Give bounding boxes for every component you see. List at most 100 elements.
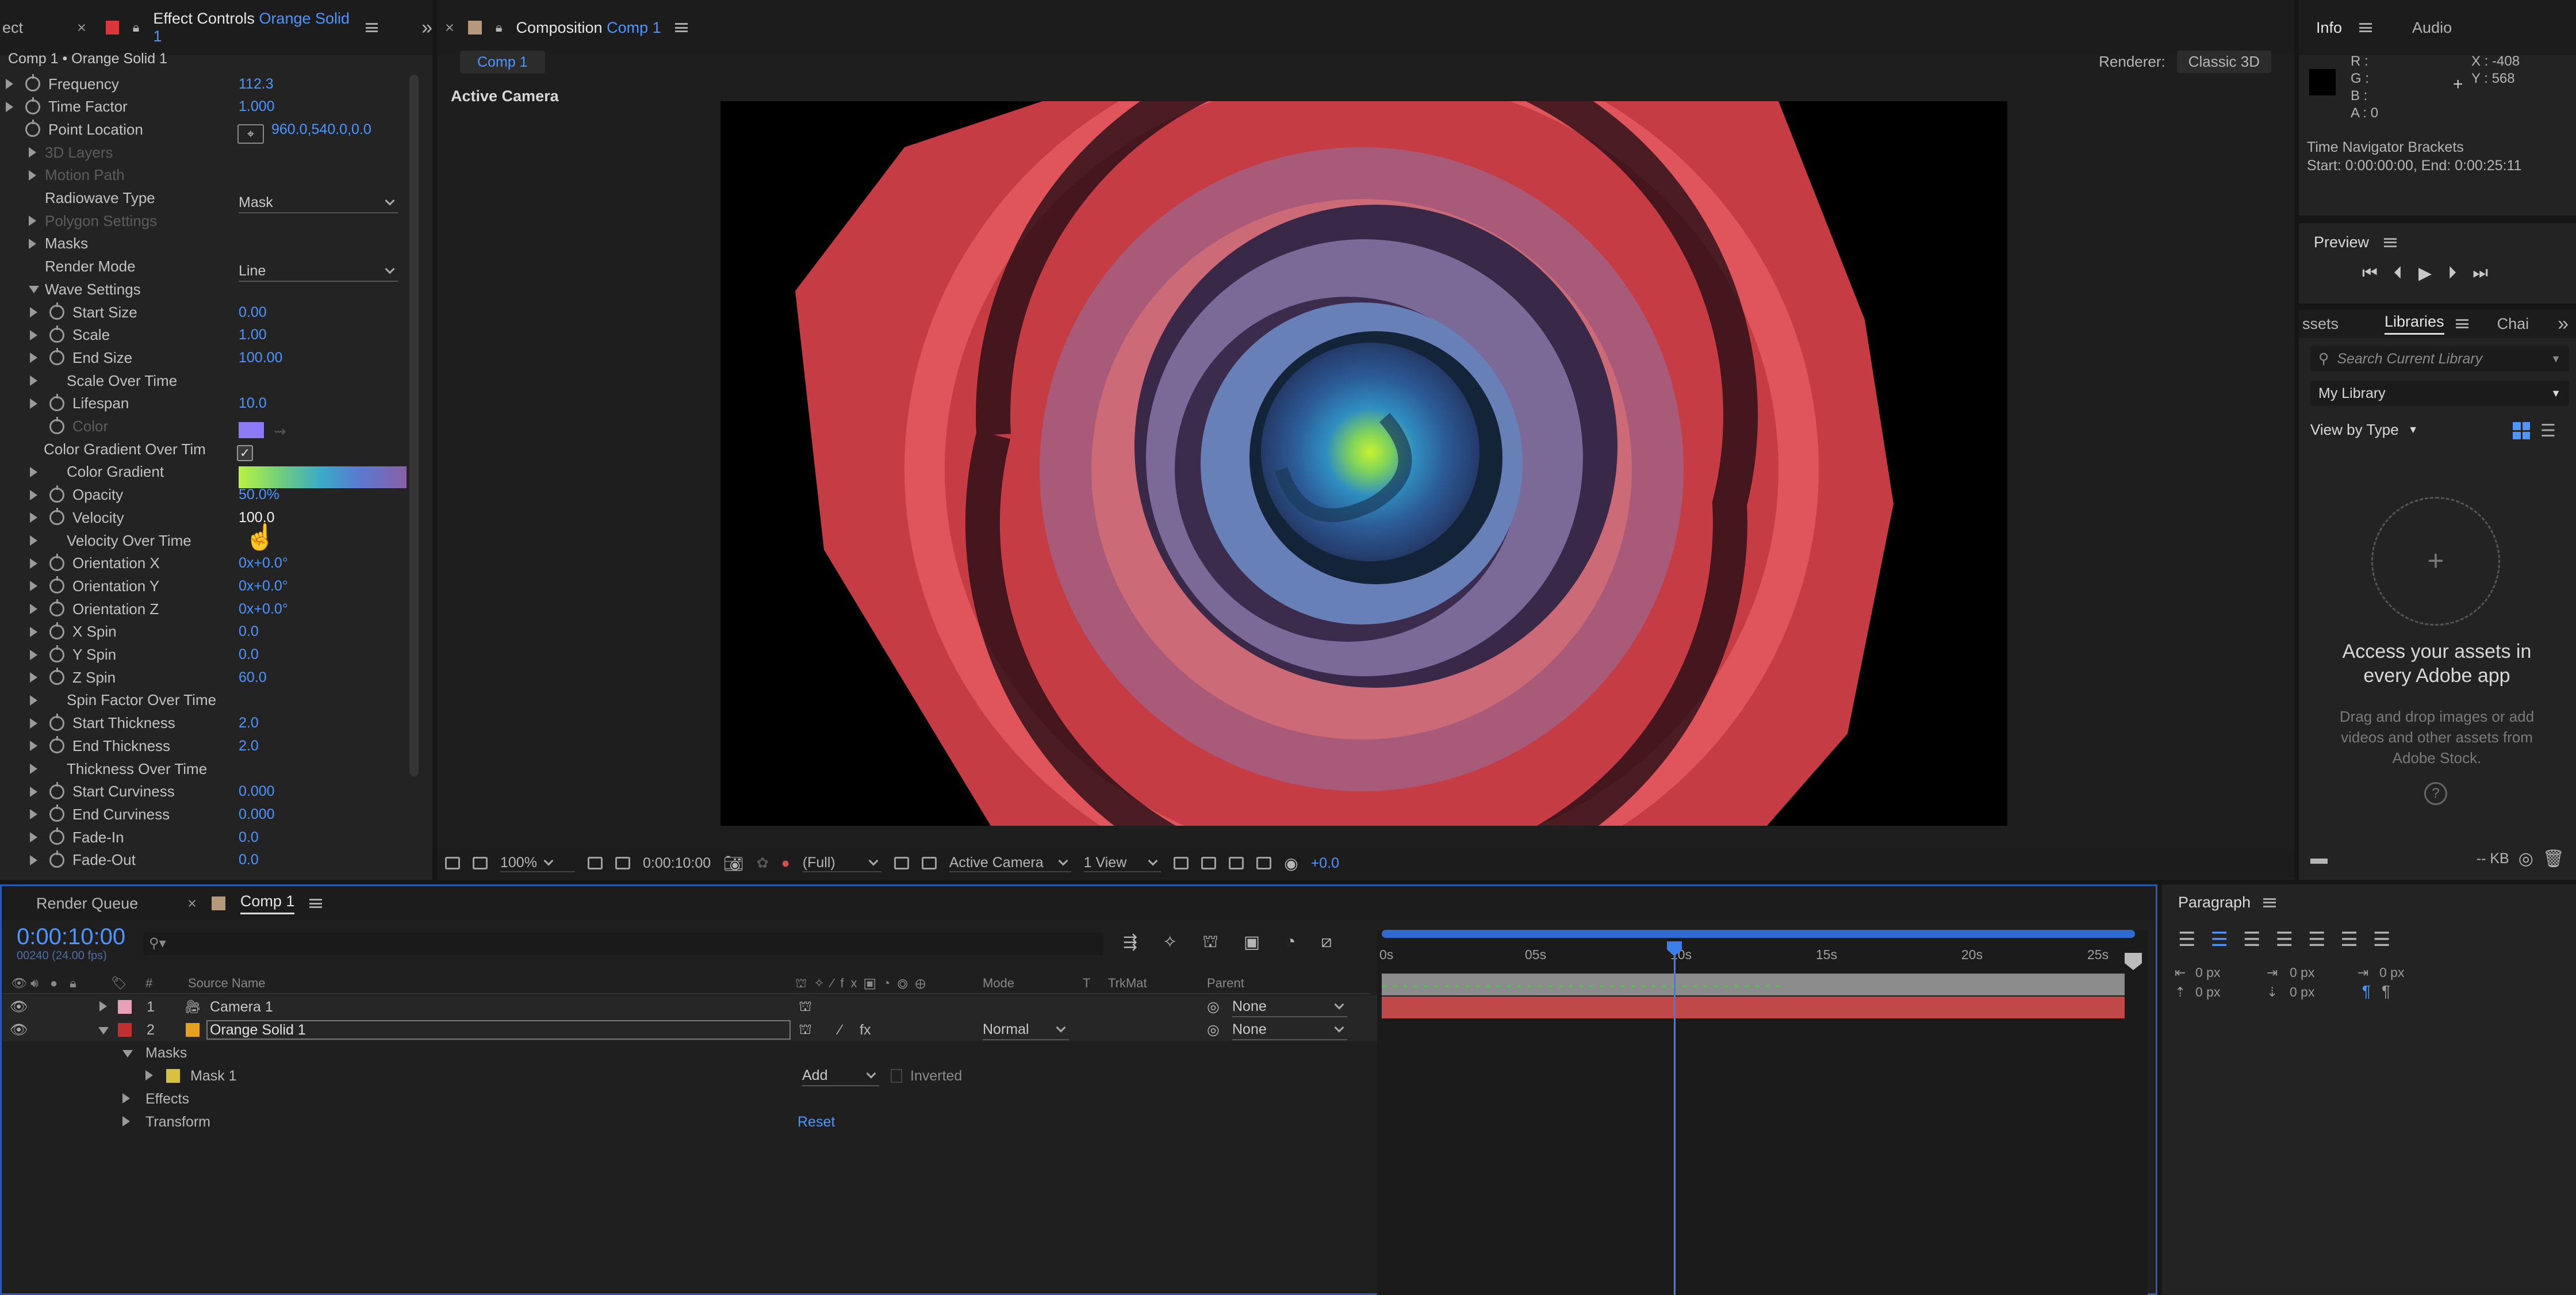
point-crosshair-icon[interactable]: ⌖ xyxy=(237,124,264,144)
help-icon[interactable]: ? xyxy=(2424,782,2447,805)
indent-first-field[interactable]: 0 px xyxy=(2290,965,2314,980)
timeline-timecode[interactable]: 0:00:10:00 xyxy=(17,924,125,950)
property-value[interactable]: 0.0 xyxy=(239,852,259,868)
reset-link[interactable]: Reset xyxy=(798,1114,835,1131)
tab-character[interactable]: Chai xyxy=(2497,315,2529,333)
effects-row[interactable]: Effects xyxy=(2,1087,1382,1110)
align-center-icon[interactable]: ☰ xyxy=(2210,928,2228,951)
resolution-dropdown[interactable]: (Full) xyxy=(802,855,881,872)
composition-flowchart-icon[interactable]: ⇶ xyxy=(1123,932,1137,954)
flowchart-icon[interactable] xyxy=(1256,857,1272,869)
layer-name-input[interactable]: Orange Solid 1 xyxy=(206,1020,791,1040)
align-left-icon[interactable]: ☰ xyxy=(2178,928,2195,951)
current-time[interactable]: 0:00:10:00 xyxy=(643,855,711,872)
expand-arrow-icon[interactable] xyxy=(30,809,37,820)
justify-all-icon[interactable]: ☰ xyxy=(2373,928,2390,951)
expand-arrow-icon[interactable] xyxy=(30,786,37,797)
zoom-dropdown[interactable]: 100% xyxy=(500,855,575,872)
play-icon[interactable]: ▶ xyxy=(2418,263,2432,283)
expand-arrow-icon[interactable] xyxy=(30,376,37,386)
inverted-checkbox[interactable] xyxy=(891,1069,902,1083)
expand-arrow-icon[interactable] xyxy=(30,626,37,637)
property-value[interactable]: 0.000 xyxy=(239,783,275,800)
lock-icon[interactable]: 🔒︎ xyxy=(496,20,503,35)
eyedropper-icon[interactable]: ⇝ xyxy=(274,423,286,440)
masks-group-row[interactable]: Masks xyxy=(2,1041,1382,1064)
panel-menu-icon[interactable] xyxy=(2455,319,2468,328)
video-switch-icon[interactable]: 👁︎ xyxy=(11,976,27,991)
panel-menu-icon[interactable] xyxy=(309,899,323,908)
monitor-icon[interactable] xyxy=(473,857,488,869)
region-of-interest-icon[interactable] xyxy=(894,857,909,869)
tab-libraries[interactable]: Libraries xyxy=(2385,313,2444,335)
layer-name[interactable]: Camera 1 xyxy=(210,999,273,1016)
effect-property-row[interactable]: Time Factor 1.000 xyxy=(0,95,402,118)
expand-arrow-icon[interactable] xyxy=(30,672,37,683)
effect-property-row[interactable]: Lifespan 10.0 xyxy=(0,392,402,415)
expand-arrow-icon[interactable] xyxy=(30,398,37,409)
stopwatch-icon[interactable] xyxy=(49,781,64,799)
effect-property-row[interactable]: Fade-Out 0.0 xyxy=(0,849,402,872)
effect-property-row[interactable]: Fade-In 0.0 xyxy=(0,826,402,849)
folder-icon[interactable]: ▬ xyxy=(2310,849,2328,868)
expand-arrow-icon[interactable] xyxy=(30,466,37,477)
panel-menu-icon[interactable] xyxy=(2359,23,2372,32)
property-value[interactable]: 10.0 xyxy=(239,395,267,412)
property-value[interactable]: 2.0 xyxy=(239,715,259,731)
align-right-icon[interactable]: ☰ xyxy=(2243,928,2260,951)
expand-arrow-icon[interactable] xyxy=(30,581,37,592)
show-snapshot-icon[interactable]: ✿ xyxy=(757,855,769,872)
indent-right-field[interactable]: 0 px xyxy=(2379,965,2404,980)
grid-view-icon[interactable] xyxy=(2513,422,2530,439)
rtl-direction-icon[interactable]: ¶ xyxy=(2382,982,2390,1001)
color-swatch[interactable] xyxy=(239,422,264,438)
expand-arrow-icon[interactable] xyxy=(29,147,36,158)
prev-frame-icon[interactable]: ⏴︎ xyxy=(2394,263,2402,283)
expand-arrow-icon[interactable] xyxy=(6,79,13,89)
property-value[interactable]: 1.00 xyxy=(239,327,267,343)
panel-menu-icon[interactable] xyxy=(674,23,688,32)
expand-arrow-icon[interactable] xyxy=(30,604,37,615)
expand-arrow-icon[interactable] xyxy=(6,101,13,112)
mask-color-swatch[interactable] xyxy=(166,1069,180,1083)
expand-arrow-icon[interactable] xyxy=(30,855,37,865)
expand-arrow-icon[interactable] xyxy=(29,170,36,181)
justify-right-icon[interactable]: ☰ xyxy=(2340,928,2358,951)
effect-property-row[interactable]: Start Size 0.00 xyxy=(0,301,402,324)
tab-effect-controls[interactable]: Effect Controls Orange Solid 1 xyxy=(153,10,352,45)
col-source-name[interactable]: Source Name xyxy=(188,976,266,991)
property-value[interactable]: 112.3 xyxy=(239,76,274,93)
expand-panels-icon[interactable]: » xyxy=(2558,313,2569,335)
comp-sub-tab[interactable]: Comp 1 xyxy=(460,51,545,74)
eye-icon[interactable]: 👁︎ xyxy=(10,1022,28,1039)
exposure-icon[interactable]: ◉ xyxy=(1284,854,1298,873)
expand-arrow-icon[interactable] xyxy=(29,238,36,249)
list-view-icon[interactable]: ☰ xyxy=(2540,421,2556,441)
pickwhip-icon[interactable]: ◎ xyxy=(1207,1021,1220,1039)
property-value[interactable]: 0.0 xyxy=(239,829,259,846)
label-color-swatch[interactable] xyxy=(118,1000,132,1014)
renderer-control[interactable]: Renderer: Classic 3D xyxy=(2099,51,2271,73)
indent-left-field[interactable]: 0 px xyxy=(2195,965,2220,980)
effect-property-row[interactable]: X Spin 0.0 xyxy=(0,620,402,643)
stopwatch-icon[interactable] xyxy=(49,302,64,320)
time-graph[interactable]: 0s 05s 10s 15s 20s 25s xyxy=(1377,930,2148,1295)
draft-3d-icon[interactable]: ✧ xyxy=(1163,932,1177,954)
stopwatch-icon[interactable] xyxy=(25,97,40,114)
stopwatch-icon[interactable] xyxy=(49,599,64,617)
time-ruler[interactable]: 0s 05s 10s 15s 20s 25s xyxy=(1377,945,2136,968)
effect-property-row[interactable]: Orientation Y 0x+0.0° xyxy=(0,574,402,597)
stopwatch-icon[interactable] xyxy=(49,622,64,639)
camera-layer-bar[interactable] xyxy=(1382,974,2125,995)
sync-icon[interactable]: ◎ xyxy=(2518,849,2533,869)
effect-property-row[interactable]: Spin Factor Over Time xyxy=(0,689,402,712)
library-select[interactable]: My Library ▼ xyxy=(2310,381,2569,406)
trash-icon[interactable]: 🗑︎ xyxy=(2543,849,2564,869)
timeline-icon[interactable] xyxy=(1229,857,1244,869)
stopwatch-icon[interactable] xyxy=(49,485,64,503)
solo-switch-icon[interactable]: ● xyxy=(50,976,57,991)
label-color-swatch[interactable] xyxy=(118,1023,132,1037)
justify-left-icon[interactable]: ☰ xyxy=(2275,928,2293,951)
color-channels-icon[interactable]: ● xyxy=(781,855,790,872)
collapse-arrow-icon[interactable] xyxy=(122,1045,140,1062)
